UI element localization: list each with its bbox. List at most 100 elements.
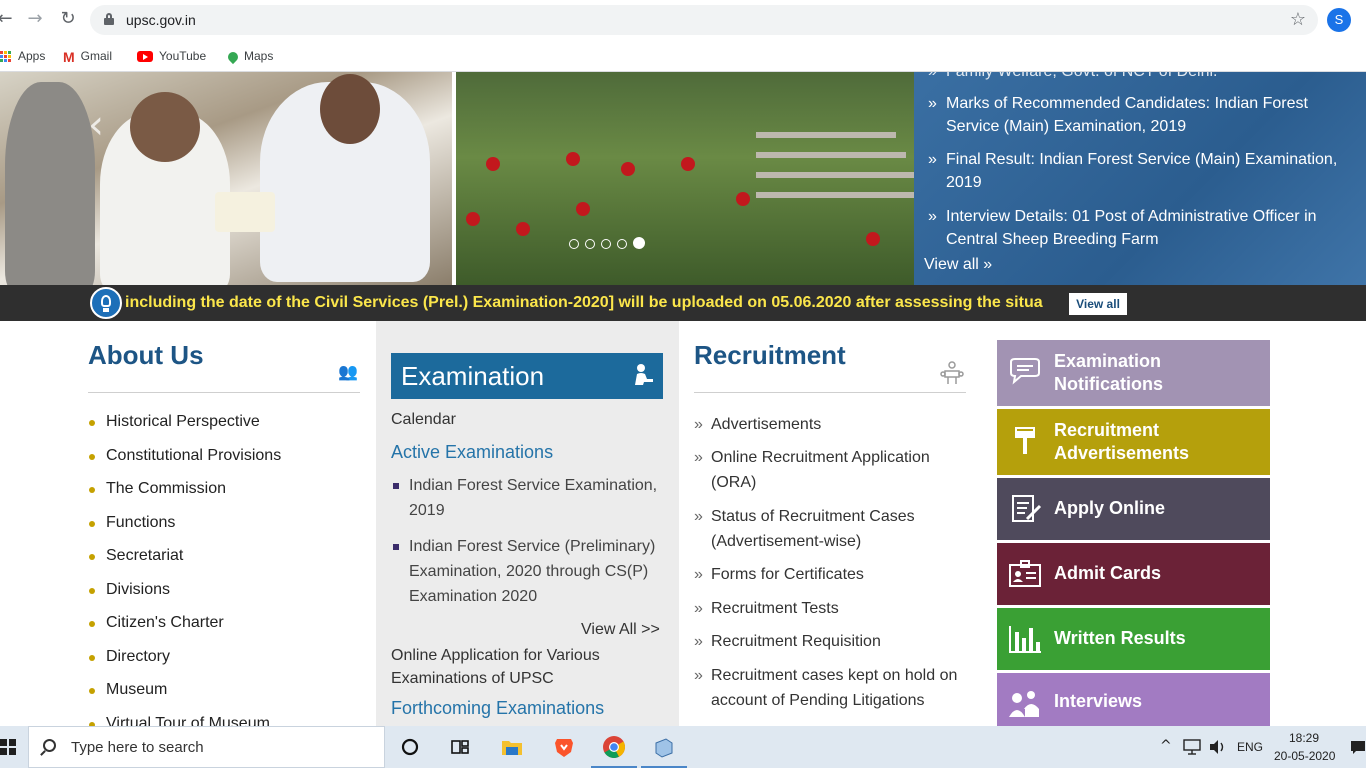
tile-label: Written Results	[1054, 628, 1186, 648]
whats-new-panel: Family Welfare, Govt. of NCT of Delhi. M…	[914, 72, 1366, 285]
id-card-icon	[1009, 560, 1041, 587]
tile-recruitment-advertisements[interactable]: Recruitment Advertisements	[997, 409, 1270, 475]
back-arrow-icon[interactable]: ←	[0, 8, 16, 30]
search-placeholder: Type here to search	[71, 739, 204, 756]
tile-label: Apply Online	[1054, 498, 1166, 518]
signboard-icon	[1015, 427, 1035, 454]
slider-dot-active[interactable]	[633, 237, 645, 249]
slider-dot[interactable]	[617, 239, 627, 249]
exam-calendar-link[interactable]: Calendar	[391, 411, 456, 429]
bookmark-label: Gmail	[80, 49, 113, 63]
tile-label: Admit Cards	[1054, 563, 1162, 583]
url-text[interactable]: upsc.gov.in	[126, 12, 196, 28]
active-exams-heading[interactable]: Active Examinations	[391, 442, 553, 463]
slide-photo-candidates	[0, 72, 452, 285]
exam-view-all-link[interactable]: View All >>	[581, 621, 660, 639]
browser-toolbar: ← → ↻ upsc.gov.in ☆ S	[0, 0, 1366, 40]
tile-label: Examination Notifications	[1054, 351, 1164, 394]
about-link[interactable]: Directory	[88, 648, 281, 682]
tile-examination-notifications[interactable]: Examination Notifications	[997, 340, 1270, 406]
maps-icon	[225, 49, 241, 64]
tile-interviews[interactable]: Interviews	[997, 673, 1270, 727]
active-exam-item[interactable]: Indian Forest Service Examination, 2019	[391, 473, 663, 523]
recruitment-link[interactable]: Recruitment Tests	[694, 596, 966, 621]
tile-written-results[interactable]: Written Results	[997, 608, 1270, 670]
bookmark-maps[interactable]: Maps	[225, 46, 274, 66]
reload-icon[interactable]: ↻	[57, 8, 79, 30]
youtube-icon	[137, 51, 153, 63]
form-pen-icon	[1012, 495, 1042, 522]
tile-label: Recruitment Advertisements	[1054, 420, 1190, 463]
examination-heading: Examination	[401, 361, 545, 391]
slider-dot[interactable]	[585, 239, 595, 249]
task-view-icon[interactable]	[448, 735, 472, 759]
network-icon[interactable]	[1183, 739, 1201, 755]
tile-apply-online[interactable]: Apply Online	[997, 478, 1270, 540]
people-group-icon: 👥	[338, 362, 358, 381]
online-application-link[interactable]: Online Application for Various Examinati…	[391, 644, 641, 690]
about-link[interactable]: Secretariat	[88, 547, 281, 581]
examination-header: Examination	[391, 353, 663, 399]
tray-chevron-icon[interactable]: ^	[1160, 738, 1172, 754]
news-item[interactable]: Interview Details: 01 Post of Administra…	[928, 205, 1360, 251]
taskbar-search-box[interactable]: Type here to search	[28, 726, 385, 768]
profile-avatar[interactable]: S	[1327, 8, 1351, 32]
slider-prev-icon[interactable]: ‹	[88, 102, 104, 148]
volume-icon[interactable]	[1209, 739, 1227, 755]
about-link[interactable]: Museum	[88, 681, 281, 715]
slide-photo-garden	[456, 72, 926, 285]
slider-dot[interactable]	[569, 239, 579, 249]
news-item[interactable]: Final Result: Indian Forest Service (Mai…	[928, 148, 1360, 194]
windows-start-icon[interactable]	[0, 739, 16, 755]
slider-dots	[569, 236, 651, 254]
search-icon	[43, 739, 56, 752]
gmail-icon: M	[63, 48, 75, 65]
virtualbox-icon[interactable]	[652, 735, 676, 759]
active-exam-item[interactable]: Indian Forest Service (Preliminary) Exam…	[391, 534, 663, 609]
about-link[interactable]: The Commission	[88, 480, 281, 514]
cortana-icon[interactable]	[398, 735, 422, 759]
language-indicator[interactable]: ENG	[1237, 740, 1263, 754]
bookmark-apps[interactable]: Apps	[0, 46, 45, 66]
recruitment-link[interactable]: Forms for Certificates	[694, 562, 966, 587]
recruitment-heading: Recruitment	[694, 340, 846, 370]
candidate-desk-icon	[635, 364, 653, 385]
forward-arrow-icon[interactable]: →	[24, 8, 46, 30]
address-bar[interactable]: upsc.gov.in ☆	[90, 5, 1318, 35]
clock-date[interactable]: 20-05-2020	[1274, 749, 1335, 763]
bookmark-gmail[interactable]: M Gmail	[63, 46, 112, 66]
recruitment-link[interactable]: Online Recruitment Application (ORA)	[694, 445, 954, 495]
lightbulb-icon	[90, 287, 122, 319]
about-link[interactable]: Divisions	[88, 581, 281, 615]
news-item[interactable]: Marks of Recommended Candidates: Indian …	[928, 92, 1360, 138]
bookmark-star-icon[interactable]: ☆	[1290, 9, 1306, 30]
news-view-all-link[interactable]: View all »	[924, 256, 992, 274]
chrome-icon[interactable]	[602, 735, 626, 759]
file-explorer-icon[interactable]	[500, 735, 524, 759]
clock-time[interactable]: 18:29	[1289, 731, 1319, 745]
bookmark-label: YouTube	[159, 49, 207, 63]
apps-grid-icon	[0, 50, 12, 63]
about-us-heading: About Us	[88, 340, 204, 370]
recruitment-link[interactable]: Recruitment Requisition	[694, 629, 966, 654]
about-link[interactable]: Functions	[88, 514, 281, 548]
brave-browser-icon[interactable]	[552, 735, 576, 759]
bookmark-youtube[interactable]: YouTube	[137, 46, 206, 66]
bookmark-label: Maps	[244, 49, 274, 63]
about-link[interactable]: Citizen's Charter	[88, 614, 281, 648]
forthcoming-exams-heading[interactable]: Forthcoming Examinations	[391, 698, 604, 719]
recruitment-link[interactable]: Advertisements	[694, 412, 966, 437]
ticker-view-all-button[interactable]: View all	[1069, 293, 1127, 315]
tile-admit-cards[interactable]: Admit Cards	[997, 543, 1270, 605]
notifications-icon[interactable]	[1350, 739, 1366, 755]
ticker-text[interactable]: including the date of the Civil Services…	[125, 294, 1067, 312]
recruitment-link[interactable]: Recruitment cases kept on hold on accoun…	[694, 663, 964, 713]
people-icon	[1009, 691, 1039, 717]
news-item[interactable]: Family Welfare, Govt. of NCT of Delhi.	[928, 72, 1360, 83]
windows-taskbar: Type here to search ^ ENG 18:29 20-05-20…	[0, 726, 1366, 768]
recruitment-link[interactable]: Status of Recruitment Cases (Advertiseme…	[694, 504, 934, 554]
about-link[interactable]: Historical Perspective	[88, 413, 281, 447]
slider-dot[interactable]	[601, 239, 611, 249]
about-us-section: About Us 👥 Historical Perspective Consti…	[88, 340, 360, 732]
about-link[interactable]: Constitutional Provisions	[88, 447, 281, 481]
